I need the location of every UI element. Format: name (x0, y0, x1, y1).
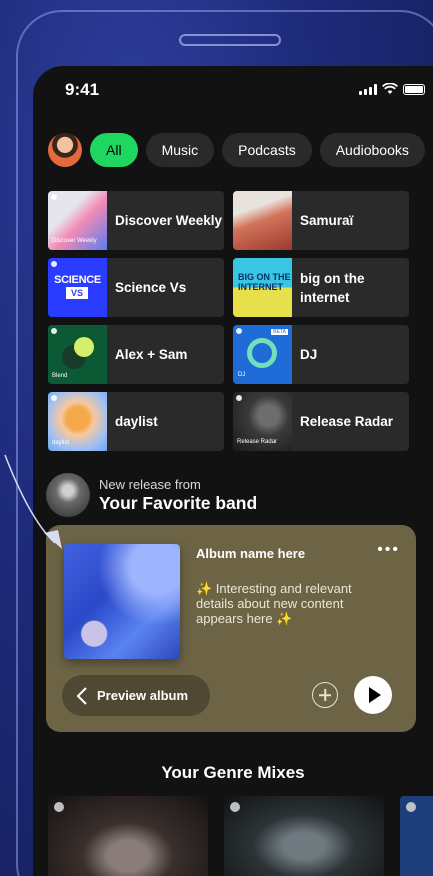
status-time: 9:41 (65, 80, 100, 99)
battery-icon (403, 83, 425, 95)
release-radar-cover: Release Radar (233, 392, 292, 451)
tile-label: big on the internet (300, 270, 365, 305)
cover-text: DJ (238, 372, 246, 378)
chevron-left-icon (76, 686, 87, 705)
preview-album-label: Preview album (97, 688, 189, 703)
spotify-icon (51, 261, 57, 267)
status-bar: 9:41 (33, 66, 433, 112)
discover-weekly-cover: Discover Weekly (48, 191, 107, 250)
shortcut-tile-release-radar[interactable]: Release Radar Release Radar (233, 392, 409, 451)
tile-label: daylist (115, 414, 158, 429)
profile-avatar[interactable] (48, 133, 82, 167)
shortcut-tile-alex-sam[interactable]: Blend Alex + Sam (48, 325, 224, 384)
shortcut-tile-samurai[interactable]: Samuraï (233, 191, 409, 250)
album-description: ✨ Interesting and relevant details about… (196, 581, 352, 626)
cover-text: SCIENCE (54, 274, 101, 286)
new-release-subtitle: New release from (99, 476, 201, 492)
dj-ring-icon (247, 338, 277, 368)
genre-mix-card[interactable] (400, 796, 433, 876)
phone-speaker (179, 34, 281, 46)
spotify-icon (230, 802, 240, 812)
wifi-icon (382, 83, 398, 94)
new-release-title: Your Favorite band (99, 492, 258, 513)
cover-text: Discover Weekly (52, 238, 97, 244)
tile-label: Discover Weekly (115, 213, 223, 228)
signal-icon (359, 83, 377, 95)
spotify-icon (51, 395, 57, 401)
blend-circle (74, 337, 94, 357)
spotify-icon (236, 395, 242, 401)
spotify-icon (51, 328, 57, 334)
spotify-icon (236, 328, 242, 334)
genre-mix-card[interactable] (224, 796, 384, 876)
shortcut-grid: Discover Weekly Discover Weekly Samuraï … (48, 191, 411, 451)
shortcut-tile-big-on-the-internet[interactable]: BIG ON THE INTERNET big on the internet (233, 258, 409, 317)
filter-chip-music[interactable]: Music (145, 133, 215, 167)
samurai-cover (233, 191, 292, 250)
cover-text: Blend (52, 373, 68, 379)
big-on-the-internet-cover: BIG ON THE INTERNET (233, 258, 292, 317)
cover-text: daylist (52, 440, 70, 446)
tile-label: Release Radar (300, 414, 394, 429)
cover-text-vs: VS (66, 287, 88, 299)
filter-chip-audiobooks[interactable]: Audiobooks (319, 133, 425, 167)
shortcut-tile-dj[interactable]: BETA DJ DJ (233, 325, 409, 384)
filter-row: All Music Podcasts Audiobooks (48, 133, 425, 167)
tile-label: Alex + Sam (115, 347, 188, 362)
filter-chip-all[interactable]: All (90, 133, 138, 167)
filter-chip-podcasts[interactable]: Podcasts (222, 133, 312, 167)
album-name: Album name here (196, 546, 306, 561)
artist-avatar (46, 473, 90, 517)
play-button[interactable] (354, 676, 392, 714)
new-release-text: New release from Your Favorite band (99, 477, 257, 514)
blend-cover: Blend (48, 325, 107, 384)
new-release-card[interactable]: Album name here ••• ✨ Interesting and re… (46, 525, 416, 732)
cover-text: Release Radar (237, 439, 278, 445)
preview-album-button[interactable]: Preview album (62, 675, 210, 716)
genre-mixes-row (48, 796, 433, 876)
more-options-icon[interactable]: ••• (377, 541, 400, 559)
shortcut-tile-discover-weekly[interactable]: Discover Weekly Discover Weekly (48, 191, 224, 250)
daylist-cover: daylist (48, 392, 107, 451)
spotify-icon (51, 194, 57, 200)
spotify-icon (54, 802, 64, 812)
dj-cover: BETA DJ (233, 325, 292, 384)
new-release-header[interactable]: New release from Your Favorite band (46, 473, 257, 517)
tile-label: Science Vs (115, 280, 187, 295)
shortcut-tile-daylist[interactable]: daylist daylist (48, 392, 224, 451)
app-screen: 9:41 All Music Podcasts Audiobooks Disco… (33, 66, 433, 876)
spotify-icon (406, 802, 416, 812)
genre-mix-card[interactable] (48, 796, 208, 876)
science-vs-cover: SCIENCE VS (48, 258, 107, 317)
album-art[interactable] (64, 544, 180, 659)
tile-label: DJ (300, 347, 318, 362)
section-title-genre-mixes: Your Genre Mixes (161, 763, 305, 782)
tile-label: Samuraï (300, 213, 354, 228)
shortcut-tile-science-vs[interactable]: SCIENCE VS Science Vs (48, 258, 224, 317)
status-icons (359, 83, 425, 95)
beta-badge: BETA (271, 329, 288, 335)
add-icon[interactable] (312, 682, 338, 708)
cover-text: BIG ON THE INTERNET (238, 272, 291, 292)
